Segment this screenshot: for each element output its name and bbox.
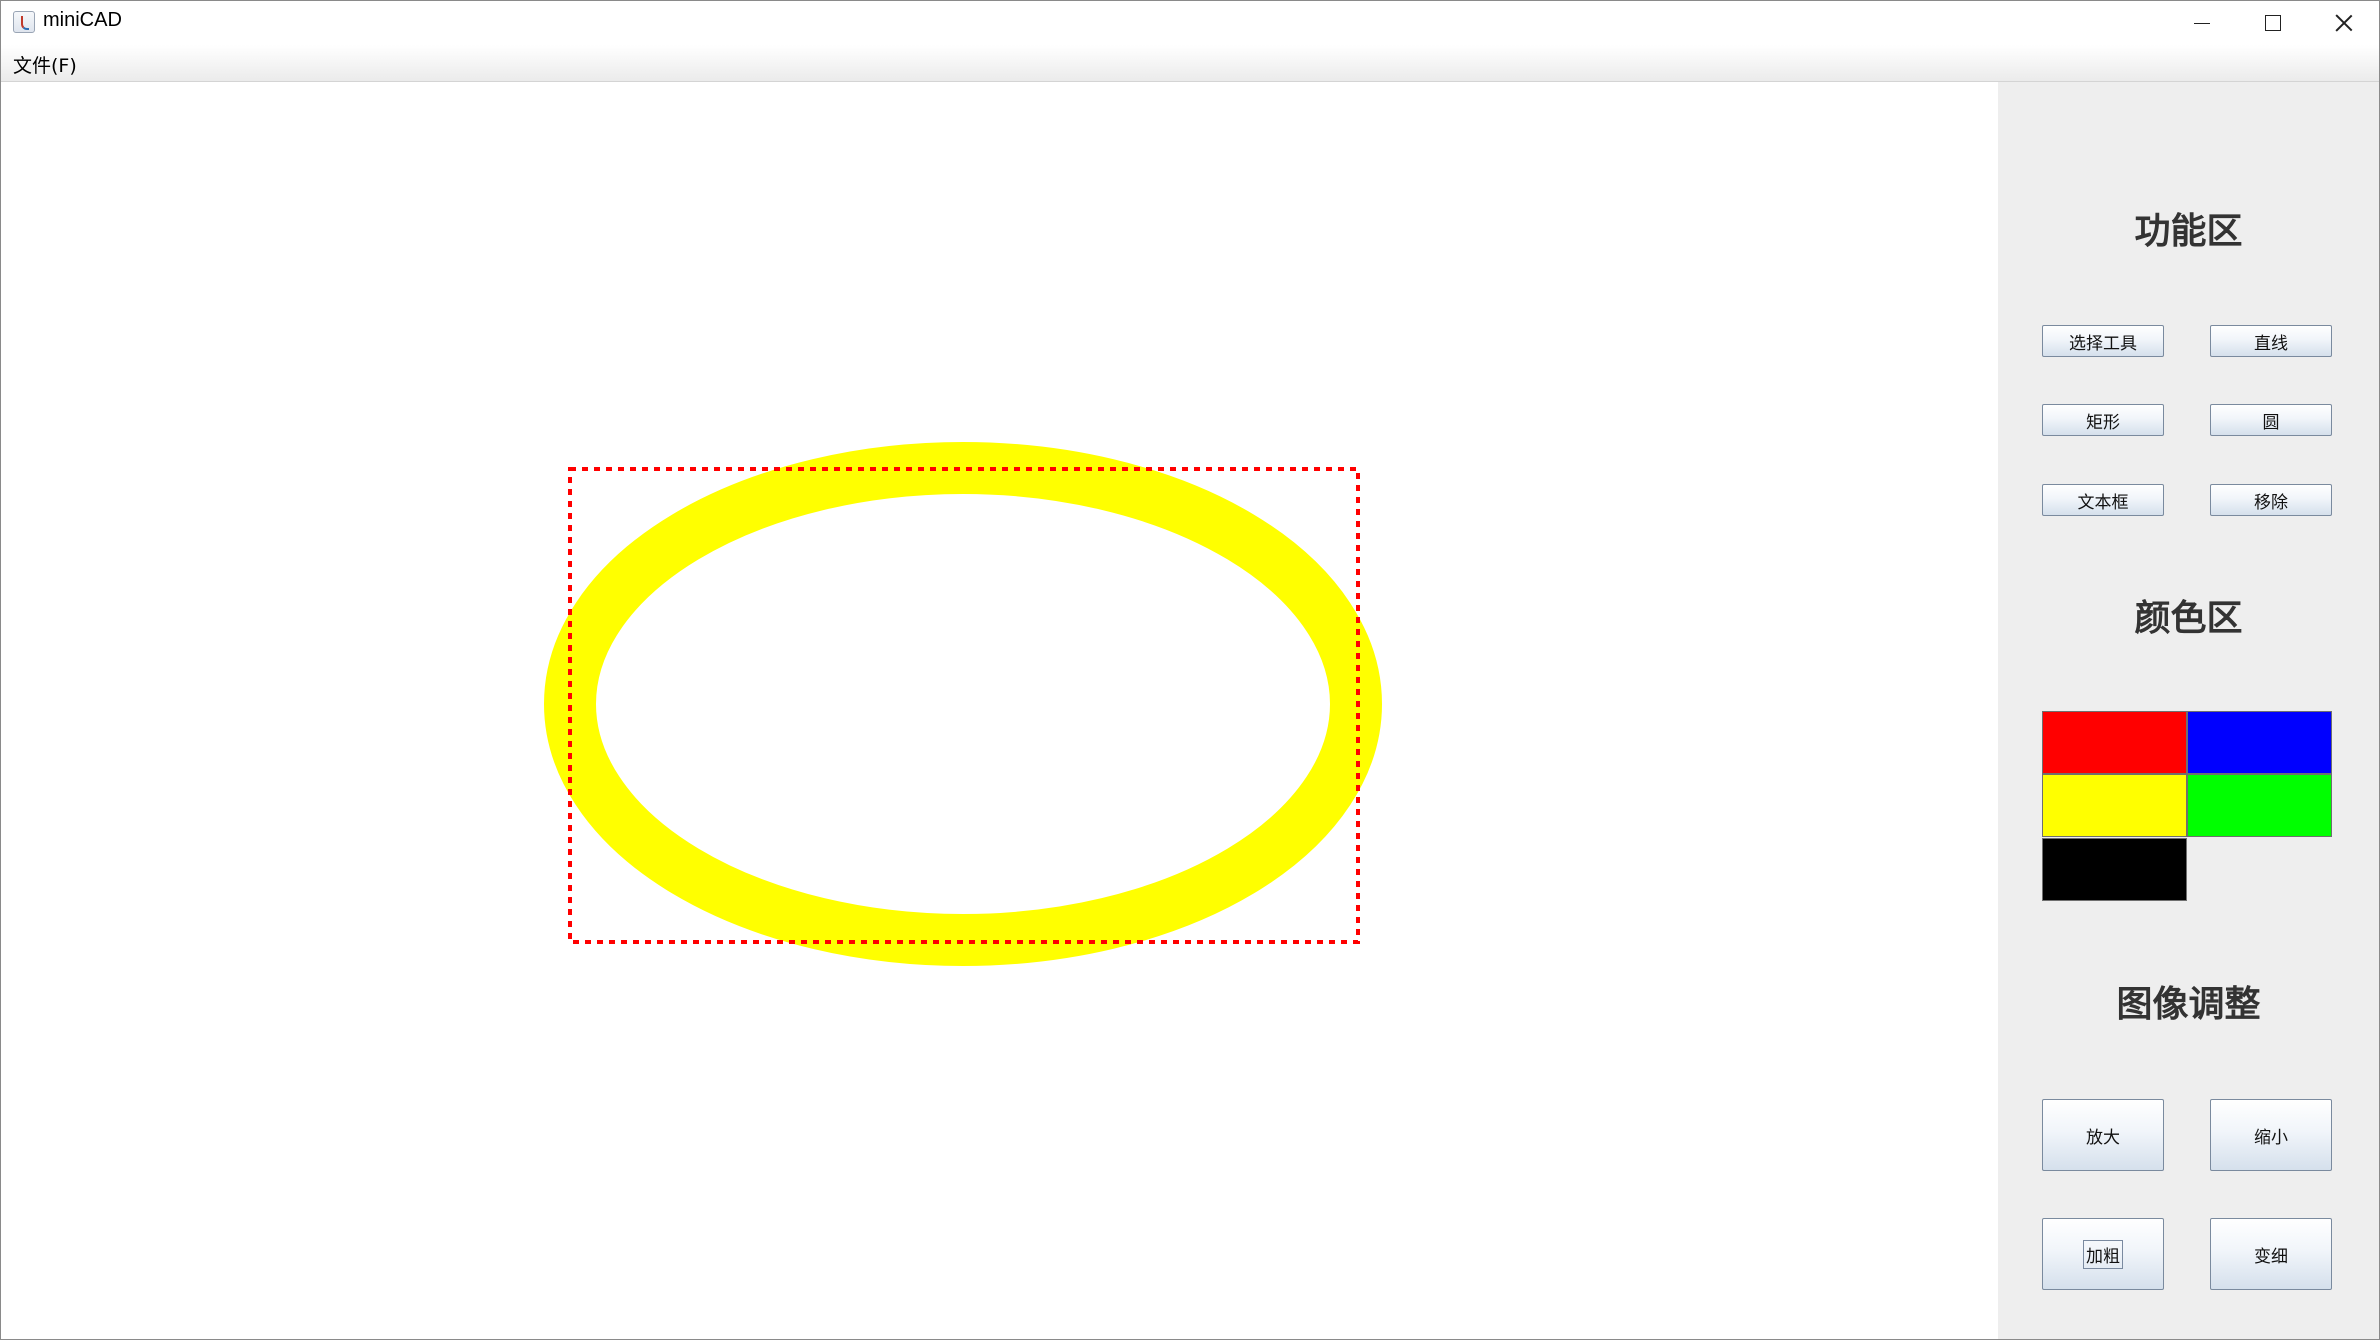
thin-button[interactable]: 变细 bbox=[2210, 1218, 2332, 1290]
window-title: miniCAD bbox=[43, 9, 122, 31]
yellow-ellipse-shape[interactable] bbox=[544, 442, 1382, 966]
color-swatch-yellow[interactable] bbox=[2042, 774, 2187, 837]
maximize-icon bbox=[2265, 15, 2281, 31]
select-tool-button[interactable]: 选择工具 bbox=[2042, 325, 2164, 357]
maximize-button[interactable] bbox=[2238, 1, 2308, 45]
close-button[interactable] bbox=[2309, 1, 2379, 45]
rectangle-tool-button[interactable]: 矩形 bbox=[2042, 404, 2164, 436]
minimize-button[interactable] bbox=[2167, 1, 2237, 45]
menu-file[interactable]: 文件(F) bbox=[13, 51, 77, 78]
color-swatch-green[interactable] bbox=[2187, 774, 2332, 837]
zoom-out-button[interactable]: 缩小 bbox=[2210, 1099, 2332, 1171]
thicken-button-label: 加粗 bbox=[2083, 1239, 2123, 1269]
zoom-in-button[interactable]: 放大 bbox=[2042, 1099, 2164, 1171]
java-app-icon bbox=[13, 11, 35, 33]
canvas-svg bbox=[544, 442, 1382, 966]
drawing-canvas[interactable] bbox=[1, 82, 1998, 1339]
image-adjust-section-title: 图像调整 bbox=[2116, 984, 2261, 1025]
color-swatch-blue[interactable] bbox=[2187, 711, 2332, 774]
line-tool-button[interactable]: 直线 bbox=[2210, 325, 2332, 357]
thicken-button[interactable]: 加粗 bbox=[2042, 1218, 2164, 1290]
circle-tool-button[interactable]: 圆 bbox=[2210, 404, 2332, 436]
color-swatch-red[interactable] bbox=[2042, 711, 2187, 774]
functions-section-title: 功能区 bbox=[2134, 211, 2243, 252]
tool-panel: 功能区 选择工具 直线 矩形 圆 文本框 移除 颜色区 图像调整 放大 缩小 加… bbox=[1998, 82, 2379, 1339]
close-icon bbox=[2335, 14, 2353, 32]
color-swatch-black[interactable] bbox=[2042, 838, 2187, 901]
remove-button[interactable]: 移除 bbox=[2210, 484, 2332, 516]
app-window: miniCAD 文件(F) 功能区 选择工具 直线 矩形 圆 文本框 移除 颜色… bbox=[0, 0, 2380, 1340]
menu-bar: 文件(F) bbox=[1, 45, 2379, 82]
colors-section-title: 颜色区 bbox=[2134, 598, 2243, 639]
minimize-icon bbox=[2194, 22, 2210, 24]
textbox-tool-button[interactable]: 文本框 bbox=[2042, 484, 2164, 516]
title-bar[interactable]: miniCAD bbox=[1, 1, 2379, 45]
